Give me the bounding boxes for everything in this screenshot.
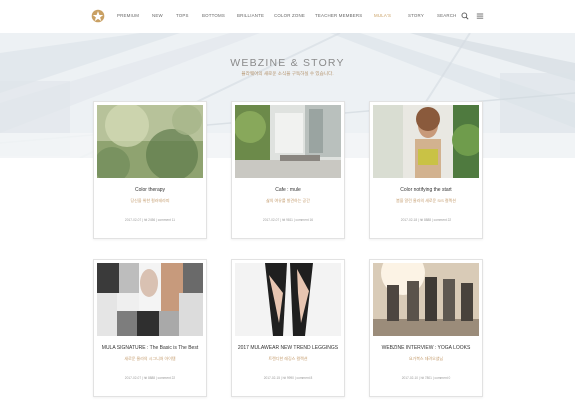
card-image (373, 263, 479, 336)
card-image (373, 105, 479, 178)
card-title: MULA SIGNATURE : The Basic is The Best (101, 345, 199, 351)
nav-item-bottoms[interactable]: BOTTOMS (202, 13, 225, 18)
card-meta: 2017-02-18 | hit 8888 | comment 22 (400, 218, 452, 222)
card-meta: 2017-02-10 | hit 7801 | comment 0 (401, 376, 451, 380)
card-description: 삶의 여유를 발견하는 공간 (266, 198, 310, 203)
card-meta: 2017-02-07 | hit 8888 | comment 22 (124, 376, 176, 380)
story-card[interactable]: 2017 MULAWEAR NEW TREND LEGGINGS 트렌디한 레깅… (231, 259, 345, 397)
card-image (235, 105, 341, 178)
story-card[interactable]: Color therapy 당신을 위한 컬러테라피 2017-02-07 | … (93, 101, 207, 239)
card-description: 당신을 위한 컬러테라피 (130, 198, 170, 203)
card-title: 2017 MULAWEAR NEW TREND LEGGINGS (237, 345, 339, 351)
logo-icon[interactable] (91, 9, 105, 23)
menu-icon[interactable] (476, 12, 484, 20)
nav-item-brilliante[interactable]: BRILLIANTE (237, 13, 264, 18)
nav-item-tops[interactable]: TOPS (176, 13, 189, 18)
nav-item-mulas[interactable]: MULA'S (374, 13, 391, 18)
card-description: 요가복스 데려오셨님 (408, 356, 444, 361)
story-card[interactable]: WEBZINE INTERVIEW : YOGA LOOKS 요가복스 데려오셨… (369, 259, 483, 397)
card-title: Cafe : mule (275, 187, 301, 193)
card-title: WEBZINE INTERVIEW : YOGA LOOKS (381, 345, 471, 351)
card-meta: 2017-02-15 | hit 9990 | comment 8 (263, 376, 313, 380)
card-meta: 2017-02-07 | hit 2456 | comment 11 (124, 218, 176, 222)
nav-item-color-zone[interactable]: COLOR ZONE (274, 13, 305, 18)
page-title: WEBZINE & STORY (230, 57, 345, 69)
nav-item-story[interactable]: STORY (408, 13, 424, 18)
story-card[interactable]: Color notifying the start 봄을 알린 물라의 새로운 … (369, 101, 483, 239)
card-meta: 2017-02-07 | hit 9811 | comment 16 (262, 218, 314, 222)
card-image (97, 263, 203, 336)
nav-item-premium[interactable]: PREMIUM (117, 13, 139, 18)
story-card[interactable]: MULA SIGNATURE : The Basic is The Best 새… (93, 259, 207, 397)
card-image (97, 105, 203, 178)
card-title: Color notifying the start (400, 187, 452, 193)
card-description: 트렌디한 레깅스 컬렉션 (268, 356, 308, 361)
card-description: 봄을 알린 물라의 새로운 S/S 컬렉션 (396, 198, 456, 203)
nav-item-teacher-members[interactable]: TEACHER MEMBERS (315, 13, 362, 18)
card-description: 새로운 물라의 시그니처 아이템 (124, 356, 176, 361)
nav-item-new[interactable]: NEW (152, 13, 163, 18)
nav-item-search[interactable]: SEARCH (437, 13, 457, 18)
search-icon[interactable] (461, 12, 469, 20)
site-header: PREMIUM NEW TOPS BOTTOMS BRILLIANTE COLO… (0, 0, 575, 33)
story-card[interactable]: Cafe : mule 삶의 여유를 발견하는 공간 2017-02-07 | … (231, 101, 345, 239)
page-subtitle: 뮬라웨어의 새로운 소식을 구독하실 수 있습니다. (241, 71, 334, 76)
card-title: Color therapy (134, 187, 165, 193)
card-image (235, 263, 341, 336)
